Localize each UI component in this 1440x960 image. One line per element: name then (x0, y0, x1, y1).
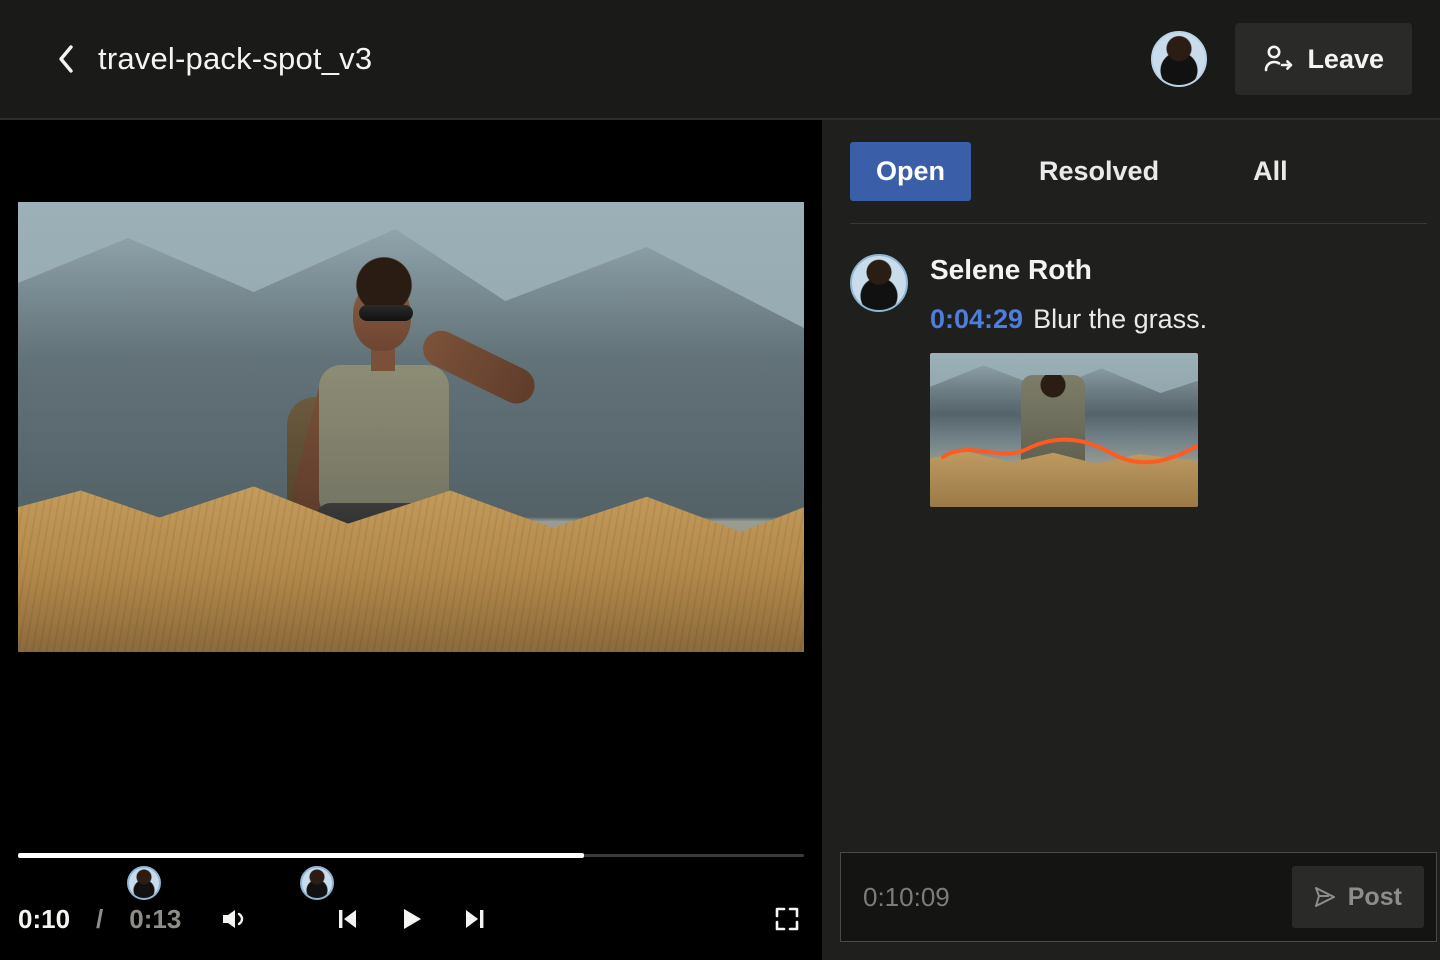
tab-open[interactable]: Open (850, 142, 971, 201)
step-back-button[interactable] (330, 902, 364, 936)
comment-timestamp[interactable]: 0:04:29 (930, 304, 1023, 335)
video-frame[interactable] (18, 202, 804, 652)
tab-resolved[interactable]: Resolved (1013, 142, 1185, 201)
leave-button[interactable]: Leave (1235, 23, 1412, 95)
timeline-marker[interactable] (127, 866, 161, 900)
time-separator: / (96, 904, 103, 935)
step-forward-icon (462, 906, 488, 932)
step-forward-button[interactable] (458, 902, 492, 936)
comment-author: Selene Roth (930, 254, 1427, 286)
time-duration: 0:13 (129, 904, 181, 935)
post-button[interactable]: Post (1292, 866, 1424, 928)
time-current: 0:10 (18, 904, 70, 935)
chevron-left-icon (57, 44, 75, 74)
leave-icon (1263, 44, 1293, 74)
fullscreen-icon (773, 905, 801, 933)
comment-composer[interactable]: 0:10:09 Post (840, 852, 1437, 942)
video-pane: 0:10 / 0:13 (0, 120, 822, 960)
leave-label: Leave (1307, 44, 1384, 75)
comment-item[interactable]: Selene Roth 0:04:29 Blur the grass. (822, 224, 1440, 537)
volume-icon (219, 904, 249, 934)
user-avatar[interactable] (1151, 31, 1207, 87)
back-button[interactable] (52, 45, 80, 73)
tab-all[interactable]: All (1227, 142, 1314, 201)
comment-tabs: Open Resolved All (822, 120, 1440, 201)
file-title: travel-pack-spot_v3 (98, 41, 372, 77)
composer-input[interactable] (966, 883, 1276, 911)
comments-pane: Open Resolved All Selene Roth 0:04:29 Bl… (822, 120, 1440, 960)
header-bar: travel-pack-spot_v3 Leave (0, 0, 1440, 120)
step-back-icon (334, 906, 360, 932)
player-controls: 0:10 / 0:13 (0, 848, 822, 960)
comment-thumbnail[interactable] (930, 353, 1198, 507)
timeline-track[interactable] (18, 848, 804, 862)
send-icon (1314, 886, 1336, 908)
play-button[interactable] (394, 902, 428, 936)
composer-timestamp: 0:10:09 (863, 882, 950, 913)
timeline-marker[interactable] (300, 866, 334, 900)
play-icon (398, 906, 424, 932)
fullscreen-button[interactable] (770, 902, 804, 936)
post-label: Post (1348, 883, 1402, 912)
comment-text: Blur the grass. (1033, 304, 1207, 335)
volume-button[interactable] (217, 902, 251, 936)
comment-avatar (850, 254, 908, 312)
